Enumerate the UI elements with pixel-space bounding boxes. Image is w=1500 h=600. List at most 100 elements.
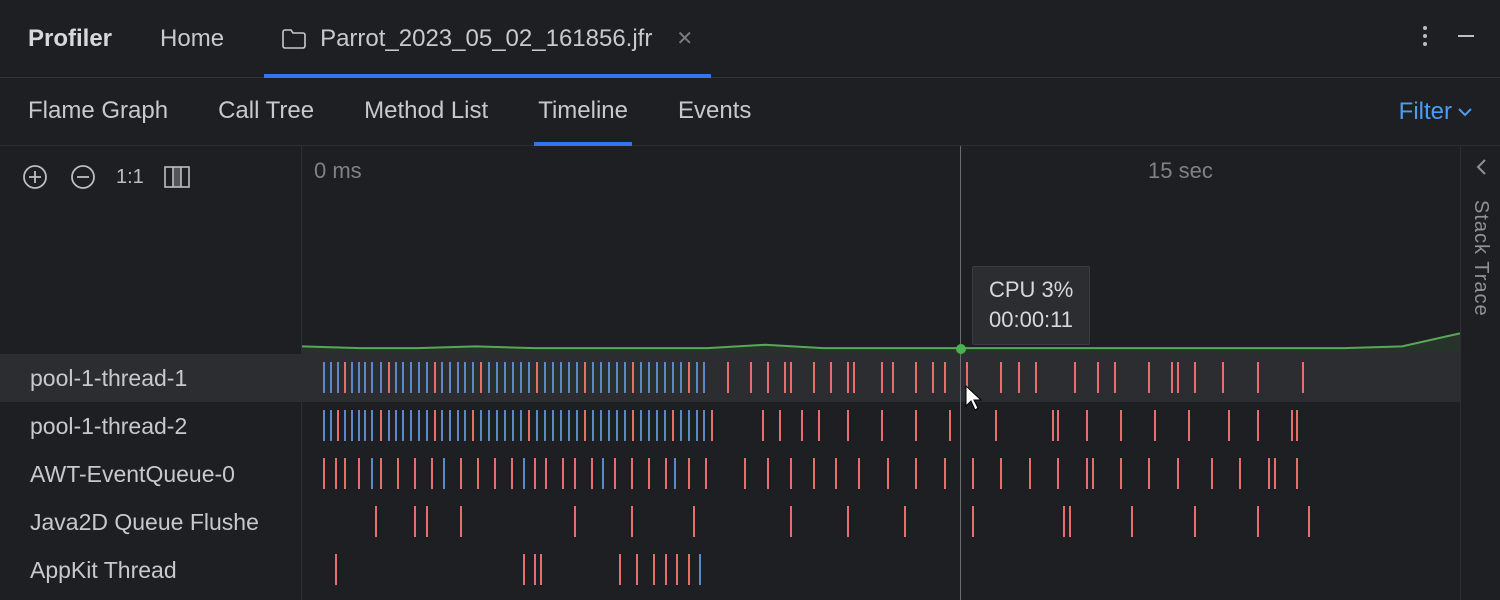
tab-events[interactable]: Events bbox=[678, 79, 751, 145]
ruler-tick-15s: 15 sec bbox=[1148, 158, 1213, 184]
event-tick bbox=[375, 506, 377, 537]
zoom-reset-button[interactable]: 1:1 bbox=[116, 166, 144, 189]
time-ruler: 0 ms 15 sec bbox=[302, 146, 1460, 190]
event-tick bbox=[536, 362, 538, 393]
event-tick bbox=[562, 458, 564, 489]
event-tick bbox=[1257, 410, 1259, 441]
thread-row[interactable]: pool-1-thread-2 bbox=[0, 402, 301, 450]
event-tick bbox=[395, 362, 397, 393]
event-tick bbox=[600, 410, 602, 441]
event-tick bbox=[624, 362, 626, 393]
event-tick bbox=[591, 458, 593, 489]
thread-row[interactable]: AWT-EventQueue-0 bbox=[0, 450, 301, 498]
thread-label: AWT-EventQueue-0 bbox=[30, 461, 235, 488]
fit-selection-button[interactable] bbox=[162, 162, 192, 192]
event-tick bbox=[592, 410, 594, 441]
event-tick bbox=[460, 506, 462, 537]
thread-row[interactable]: Java2D Queue Flushe bbox=[0, 498, 301, 546]
event-tick bbox=[504, 410, 506, 441]
event-tick bbox=[602, 458, 604, 489]
event-tick bbox=[665, 554, 667, 585]
event-tick bbox=[464, 362, 466, 393]
cpu-usage-chart[interactable] bbox=[302, 190, 1460, 354]
ruler-tick-start: 0 ms bbox=[314, 158, 362, 184]
tab-flame-graph[interactable]: Flame Graph bbox=[28, 79, 168, 145]
thread-lane[interactable] bbox=[302, 402, 1460, 450]
event-tick bbox=[1274, 458, 1276, 489]
event-tick bbox=[1074, 362, 1076, 393]
event-tick bbox=[414, 458, 416, 489]
event-tick bbox=[1177, 362, 1179, 393]
thread-lane[interactable] bbox=[302, 450, 1460, 498]
event-tick bbox=[534, 458, 536, 489]
thread-row[interactable]: AppKit Thread bbox=[0, 546, 301, 594]
event-tick bbox=[767, 458, 769, 489]
event-tick bbox=[1120, 410, 1122, 441]
tab-timeline[interactable]: Timeline bbox=[538, 79, 628, 145]
event-tick bbox=[418, 362, 420, 393]
event-tick bbox=[632, 410, 634, 441]
event-tick bbox=[344, 458, 346, 489]
expand-stack-trace-button[interactable] bbox=[1475, 158, 1487, 182]
event-tick bbox=[523, 458, 525, 489]
event-tick bbox=[480, 362, 482, 393]
filter-dropdown[interactable]: Filter bbox=[1399, 98, 1472, 126]
event-tick bbox=[1086, 410, 1088, 441]
thread-lane[interactable] bbox=[302, 546, 1460, 594]
event-tick bbox=[337, 362, 339, 393]
event-tick bbox=[480, 410, 482, 441]
event-tick bbox=[323, 362, 325, 393]
event-tick bbox=[672, 362, 674, 393]
event-tick bbox=[801, 410, 803, 441]
event-tick bbox=[674, 458, 676, 489]
thread-row[interactable]: pool-1-thread-1 bbox=[0, 354, 301, 402]
event-tick bbox=[388, 410, 390, 441]
event-tick bbox=[358, 410, 360, 441]
zoom-in-button[interactable] bbox=[20, 162, 50, 192]
stack-trace-rail: Stack Trace bbox=[1460, 146, 1500, 600]
tab-call-tree[interactable]: Call Tree bbox=[218, 79, 314, 145]
event-tick bbox=[696, 362, 698, 393]
tab-method-list[interactable]: Method List bbox=[364, 79, 488, 145]
event-tick bbox=[648, 458, 650, 489]
event-tick bbox=[388, 362, 390, 393]
minimize-icon[interactable] bbox=[1454, 24, 1478, 54]
home-link[interactable]: Home bbox=[160, 25, 224, 53]
event-tick bbox=[1000, 362, 1002, 393]
event-tick bbox=[520, 362, 522, 393]
event-tick bbox=[488, 362, 490, 393]
timeline-body: 1:1 pool-1-thread-1 pool-1-thread-2 AWT-… bbox=[0, 146, 1500, 600]
event-tick bbox=[944, 458, 946, 489]
event-tick bbox=[496, 362, 498, 393]
event-tick bbox=[1114, 362, 1116, 393]
event-tick bbox=[1097, 362, 1099, 393]
zoom-out-button[interactable] bbox=[68, 162, 98, 192]
event-tick bbox=[653, 554, 655, 585]
event-tick bbox=[560, 362, 562, 393]
more-options-icon[interactable] bbox=[1422, 24, 1428, 54]
event-tick bbox=[574, 458, 576, 489]
event-tick bbox=[767, 362, 769, 393]
thread-lane[interactable] bbox=[302, 498, 1460, 546]
close-icon[interactable]: ✕ bbox=[676, 26, 693, 51]
event-tick bbox=[364, 362, 366, 393]
event-tick bbox=[528, 410, 530, 441]
folder-icon bbox=[282, 29, 306, 49]
profiler-tabs: Flame Graph Call Tree Method List Timeli… bbox=[0, 78, 1500, 146]
event-tick bbox=[915, 362, 917, 393]
event-tick bbox=[1296, 410, 1298, 441]
event-tick bbox=[904, 506, 906, 537]
event-tick bbox=[1029, 458, 1031, 489]
thread-lane[interactable] bbox=[302, 354, 1460, 402]
event-tick bbox=[511, 458, 513, 489]
event-tick bbox=[1154, 410, 1156, 441]
event-tick bbox=[534, 554, 536, 585]
event-tick bbox=[414, 506, 416, 537]
timeline-main[interactable]: 0 ms 15 sec CPU 3% 00:00:11 bbox=[302, 146, 1460, 600]
event-tick bbox=[545, 458, 547, 489]
stack-trace-label[interactable]: Stack Trace bbox=[1469, 200, 1492, 317]
event-tick bbox=[371, 362, 373, 393]
event-tick bbox=[688, 458, 690, 489]
file-tab[interactable]: Parrot_2023_05_02_161856.jfr ✕ bbox=[264, 0, 711, 77]
event-tick bbox=[790, 458, 792, 489]
